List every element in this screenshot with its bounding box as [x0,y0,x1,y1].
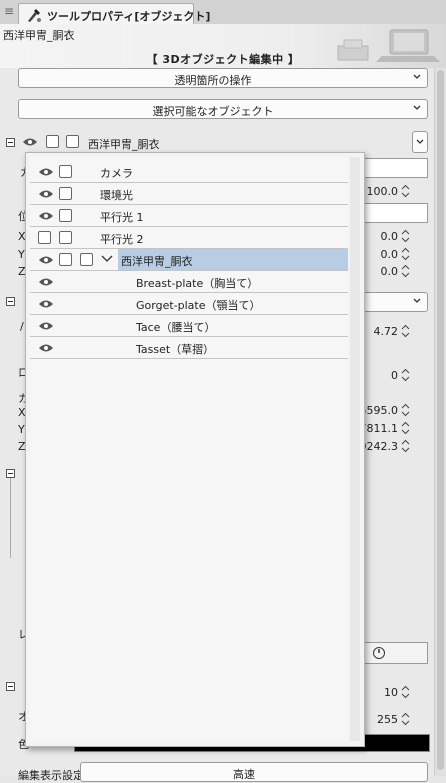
chevron-down-icon [413,74,421,79]
list-item[interactable]: 平行光 2 [30,227,348,249]
stepper-icon[interactable] [401,184,410,198]
list-item-label: Gorget-plate（顎当て） [136,299,261,312]
eye-icon[interactable] [38,211,54,221]
list-item-label: 平行光 2 [100,233,144,246]
visibility-checkbox[interactable] [38,231,51,244]
subtool-name: 西洋甲冑_胴衣 [3,29,75,42]
stepper-icon[interactable] [401,247,410,261]
collapse-toggle[interactable] [6,138,15,147]
stepper-icon[interactable] [401,368,410,382]
object-name: 西洋甲冑_胴衣 [88,138,160,151]
panel-scrollbar[interactable] [434,68,446,776]
eye-icon[interactable] [38,277,54,287]
list-item-label: 環境光 [100,189,133,202]
stepper-icon[interactable] [401,439,410,453]
list-item-label: Tace（腰当て） [136,321,216,334]
row-checkbox[interactable] [59,231,72,244]
list-item[interactable]: Tace（腰当て） [30,315,348,337]
eye-icon[interactable] [38,321,54,331]
object-list-popup: カメラ 環境光 平行光 1 平行光 2 西洋甲冑_胴衣 Breast-plate… [25,152,365,747]
eye-icon[interactable] [38,343,54,353]
row-checkbox[interactable] [59,165,72,178]
eye-icon[interactable] [38,189,54,199]
popup-scrollbar[interactable] [350,157,360,741]
collapse-toggle[interactable] [6,297,15,306]
chevron-down-icon [416,139,424,144]
tool-header: 西洋甲冑_胴衣 【 3Dオブジェクト編集中 】 [0,24,446,69]
edit-status: 【 3Dオブジェクト編集中 】 [146,53,300,66]
display-mode-dropdown[interactable]: 高速 [80,762,428,782]
selectable-object-dropdown[interactable]: 選択可能なオブジェクト [18,99,428,119]
eye-icon[interactable] [38,299,54,309]
stepper-icon[interactable] [401,229,410,243]
option-checkbox[interactable] [66,135,79,148]
row-checkbox[interactable] [59,209,72,222]
display-mode-value: 高速 [233,768,255,781]
object-tool-icon [28,9,41,22]
label-slash: / [20,320,24,333]
selectable-object-label: 選択可能なオブジェクト [152,105,274,118]
eye-icon[interactable] [22,137,38,147]
list-item[interactable]: Gorget-plate（顎当て） [30,293,348,315]
list-item-label: カメラ [100,167,133,180]
list-item[interactable]: カメラ [30,161,348,183]
tree-line [10,478,11,558]
label-y: Y [18,248,25,261]
object-select-dropdown[interactable] [412,131,428,153]
lock-checkbox[interactable] [46,135,59,148]
tab-tool-property[interactable]: ツールプロパティ[オブジェクト] [18,3,210,25]
tab-title: ツールプロパティ[オブジェクト] [47,10,211,23]
object-list: カメラ 環境光 平行光 1 平行光 2 西洋甲冑_胴衣 Breast-plate… [30,157,348,741]
panel-menu-icon[interactable]: ≡ [4,4,14,18]
stepper-icon[interactable] [401,324,410,338]
eye-icon[interactable] [38,167,54,177]
list-item-label: 平行光 1 [100,211,144,224]
transparent-area-label: 透明箇所の操作 [174,74,252,87]
chevron-down-icon [413,298,421,303]
chevron-down-icon[interactable] [101,255,113,263]
stepper-icon[interactable] [401,685,410,699]
list-item-selected[interactable]: 西洋甲冑_胴衣 [30,249,348,271]
list-item[interactable]: 平行光 1 [30,205,348,227]
list-item[interactable]: Tasset（草摺） [30,337,348,359]
stepper-icon[interactable] [401,403,410,417]
stepper-icon[interactable] [401,421,410,435]
scrollbar-thumb[interactable] [437,70,444,770]
row-checkbox-2[interactable] [80,253,93,266]
collapse-toggle[interactable] [6,469,15,478]
list-item-label: 西洋甲冑_胴衣 [121,255,193,268]
chevron-down-icon [413,105,421,110]
list-item-label: Breast-plate（胸当て） [136,277,259,290]
row-checkbox[interactable] [59,253,72,266]
stepper-icon[interactable] [401,712,410,726]
list-item-label: Tasset（草摺） [136,343,215,356]
list-item[interactable]: 環境光 [30,183,348,205]
list-item[interactable]: Breast-plate（胸当て） [30,271,348,293]
tab-bar: ≡ ツールプロパティ[オブジェクト] [0,0,446,25]
collapse-toggle[interactable] [6,682,15,691]
stepper-icon[interactable] [401,264,410,278]
display-settings-label: 編集表示設定 [18,769,84,782]
row-checkbox[interactable] [59,187,72,200]
dial-icon [373,647,385,659]
label-y2: Y [18,423,25,436]
eye-icon[interactable] [38,255,54,265]
transparent-area-dropdown[interactable]: 透明箇所の操作 [18,68,428,88]
